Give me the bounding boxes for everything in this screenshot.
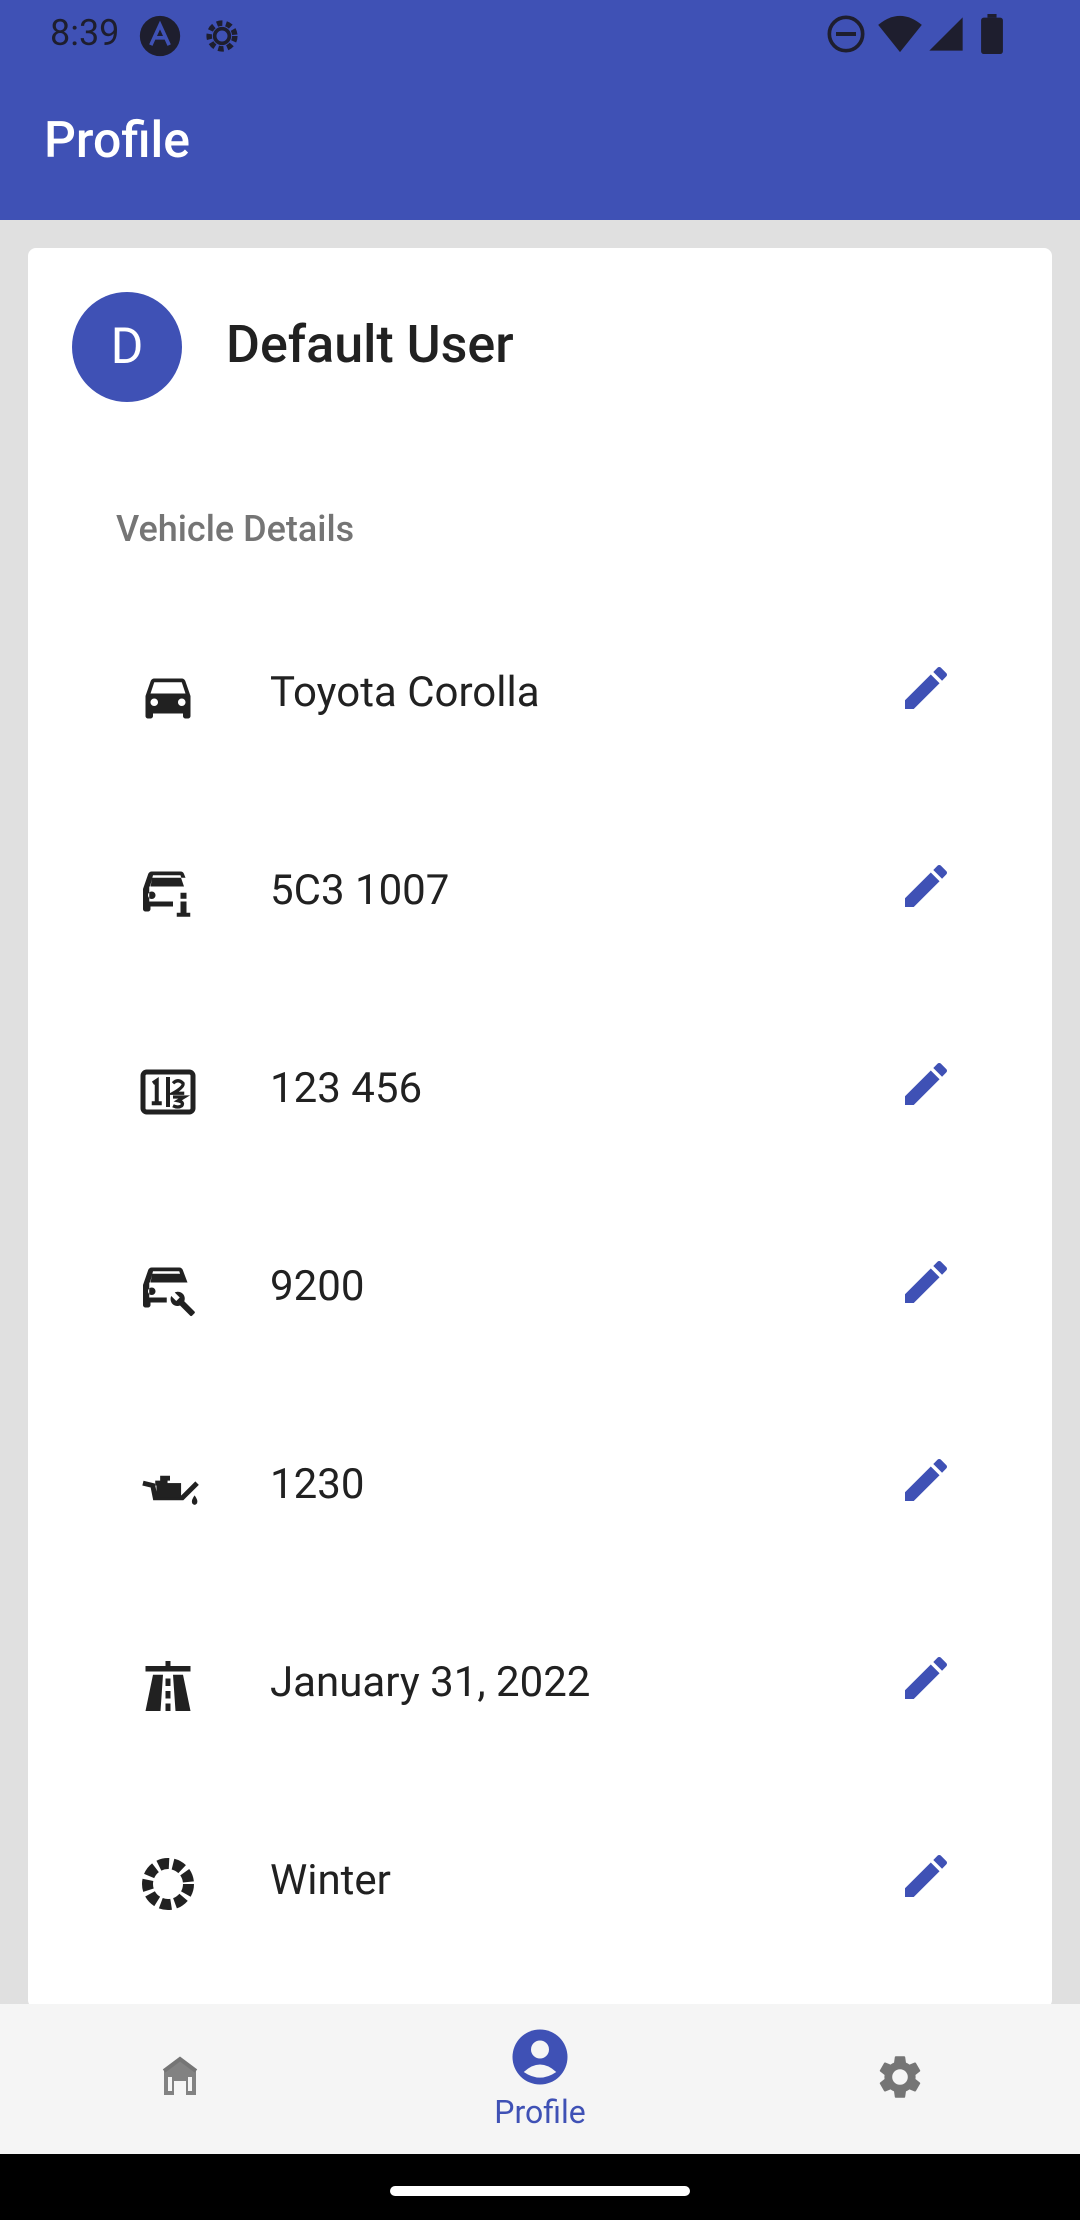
- account-icon: [510, 2027, 570, 2091]
- oil-change-value: 1230: [270, 1460, 365, 1509]
- car-icon: [138, 666, 198, 726]
- date-value: January 31, 2022: [270, 1658, 591, 1707]
- section-label: Vehicle Details: [116, 508, 355, 550]
- service-mileage-value: 9200: [270, 1262, 365, 1311]
- vehicle-registration-row: 5C3 1007: [28, 794, 1052, 992]
- edit-icon[interactable]: [888, 650, 964, 726]
- oil-can-icon: [138, 1458, 199, 1518]
- settings-gear-icon: [200, 14, 244, 62]
- oil-change-row: 1230: [28, 1388, 1052, 1586]
- service-mileage-row: 9200: [28, 1190, 1052, 1388]
- app-bar: Profile: [0, 66, 1080, 220]
- vehicle-model-row: Toyota Corolla: [28, 596, 1052, 794]
- status-bar: 8:39: [0, 0, 1080, 66]
- tire-row: Winter: [28, 1784, 1052, 1982]
- signal-icon: [926, 14, 966, 58]
- edit-icon[interactable]: [888, 1244, 964, 1320]
- vehicle-number-row: 123 456: [28, 992, 1052, 1190]
- app-a-icon: [138, 14, 182, 62]
- edit-icon[interactable]: [888, 1442, 964, 1518]
- edit-icon[interactable]: [888, 848, 964, 924]
- edit-icon[interactable]: [888, 1640, 964, 1716]
- page-title: Profile: [44, 112, 191, 170]
- date-row: January 31, 2022: [28, 1586, 1052, 1784]
- status-time: 8:39: [50, 12, 120, 54]
- nav-item-settings[interactable]: [840, 2004, 960, 2154]
- car-repair-icon: [138, 1260, 198, 1320]
- wifi-icon: [878, 14, 922, 58]
- avatar: D: [72, 292, 182, 402]
- vehicle-registration-value: 5C3 1007: [270, 866, 450, 915]
- tire-icon: [138, 1854, 198, 1914]
- edit-icon[interactable]: [888, 1046, 964, 1122]
- number-plate-icon: [138, 1062, 198, 1122]
- edit-icon[interactable]: [888, 1838, 964, 1914]
- settings-icon: [874, 2051, 926, 2107]
- road-icon: [138, 1656, 198, 1716]
- battery-icon: [980, 14, 1004, 58]
- home-handle[interactable]: [390, 2186, 690, 2196]
- bottom-navigation: Profile: [0, 2004, 1080, 2154]
- home-icon: [156, 2053, 204, 2105]
- vehicle-number-value: 123 456: [270, 1064, 423, 1113]
- nav-label-profile: Profile: [494, 2093, 586, 2131]
- tire-value: Winter: [270, 1856, 391, 1905]
- profile-card: D Default User Vehicle Details Toyota Co…: [28, 248, 1052, 2008]
- nav-item-profile[interactable]: Profile: [440, 2004, 640, 2154]
- car-info-icon: [138, 864, 198, 924]
- nav-item-home[interactable]: [120, 2004, 240, 2154]
- user-name: Default User: [226, 314, 514, 375]
- vehicle-model-value: Toyota Corolla: [270, 668, 540, 717]
- dnd-icon: [826, 14, 866, 58]
